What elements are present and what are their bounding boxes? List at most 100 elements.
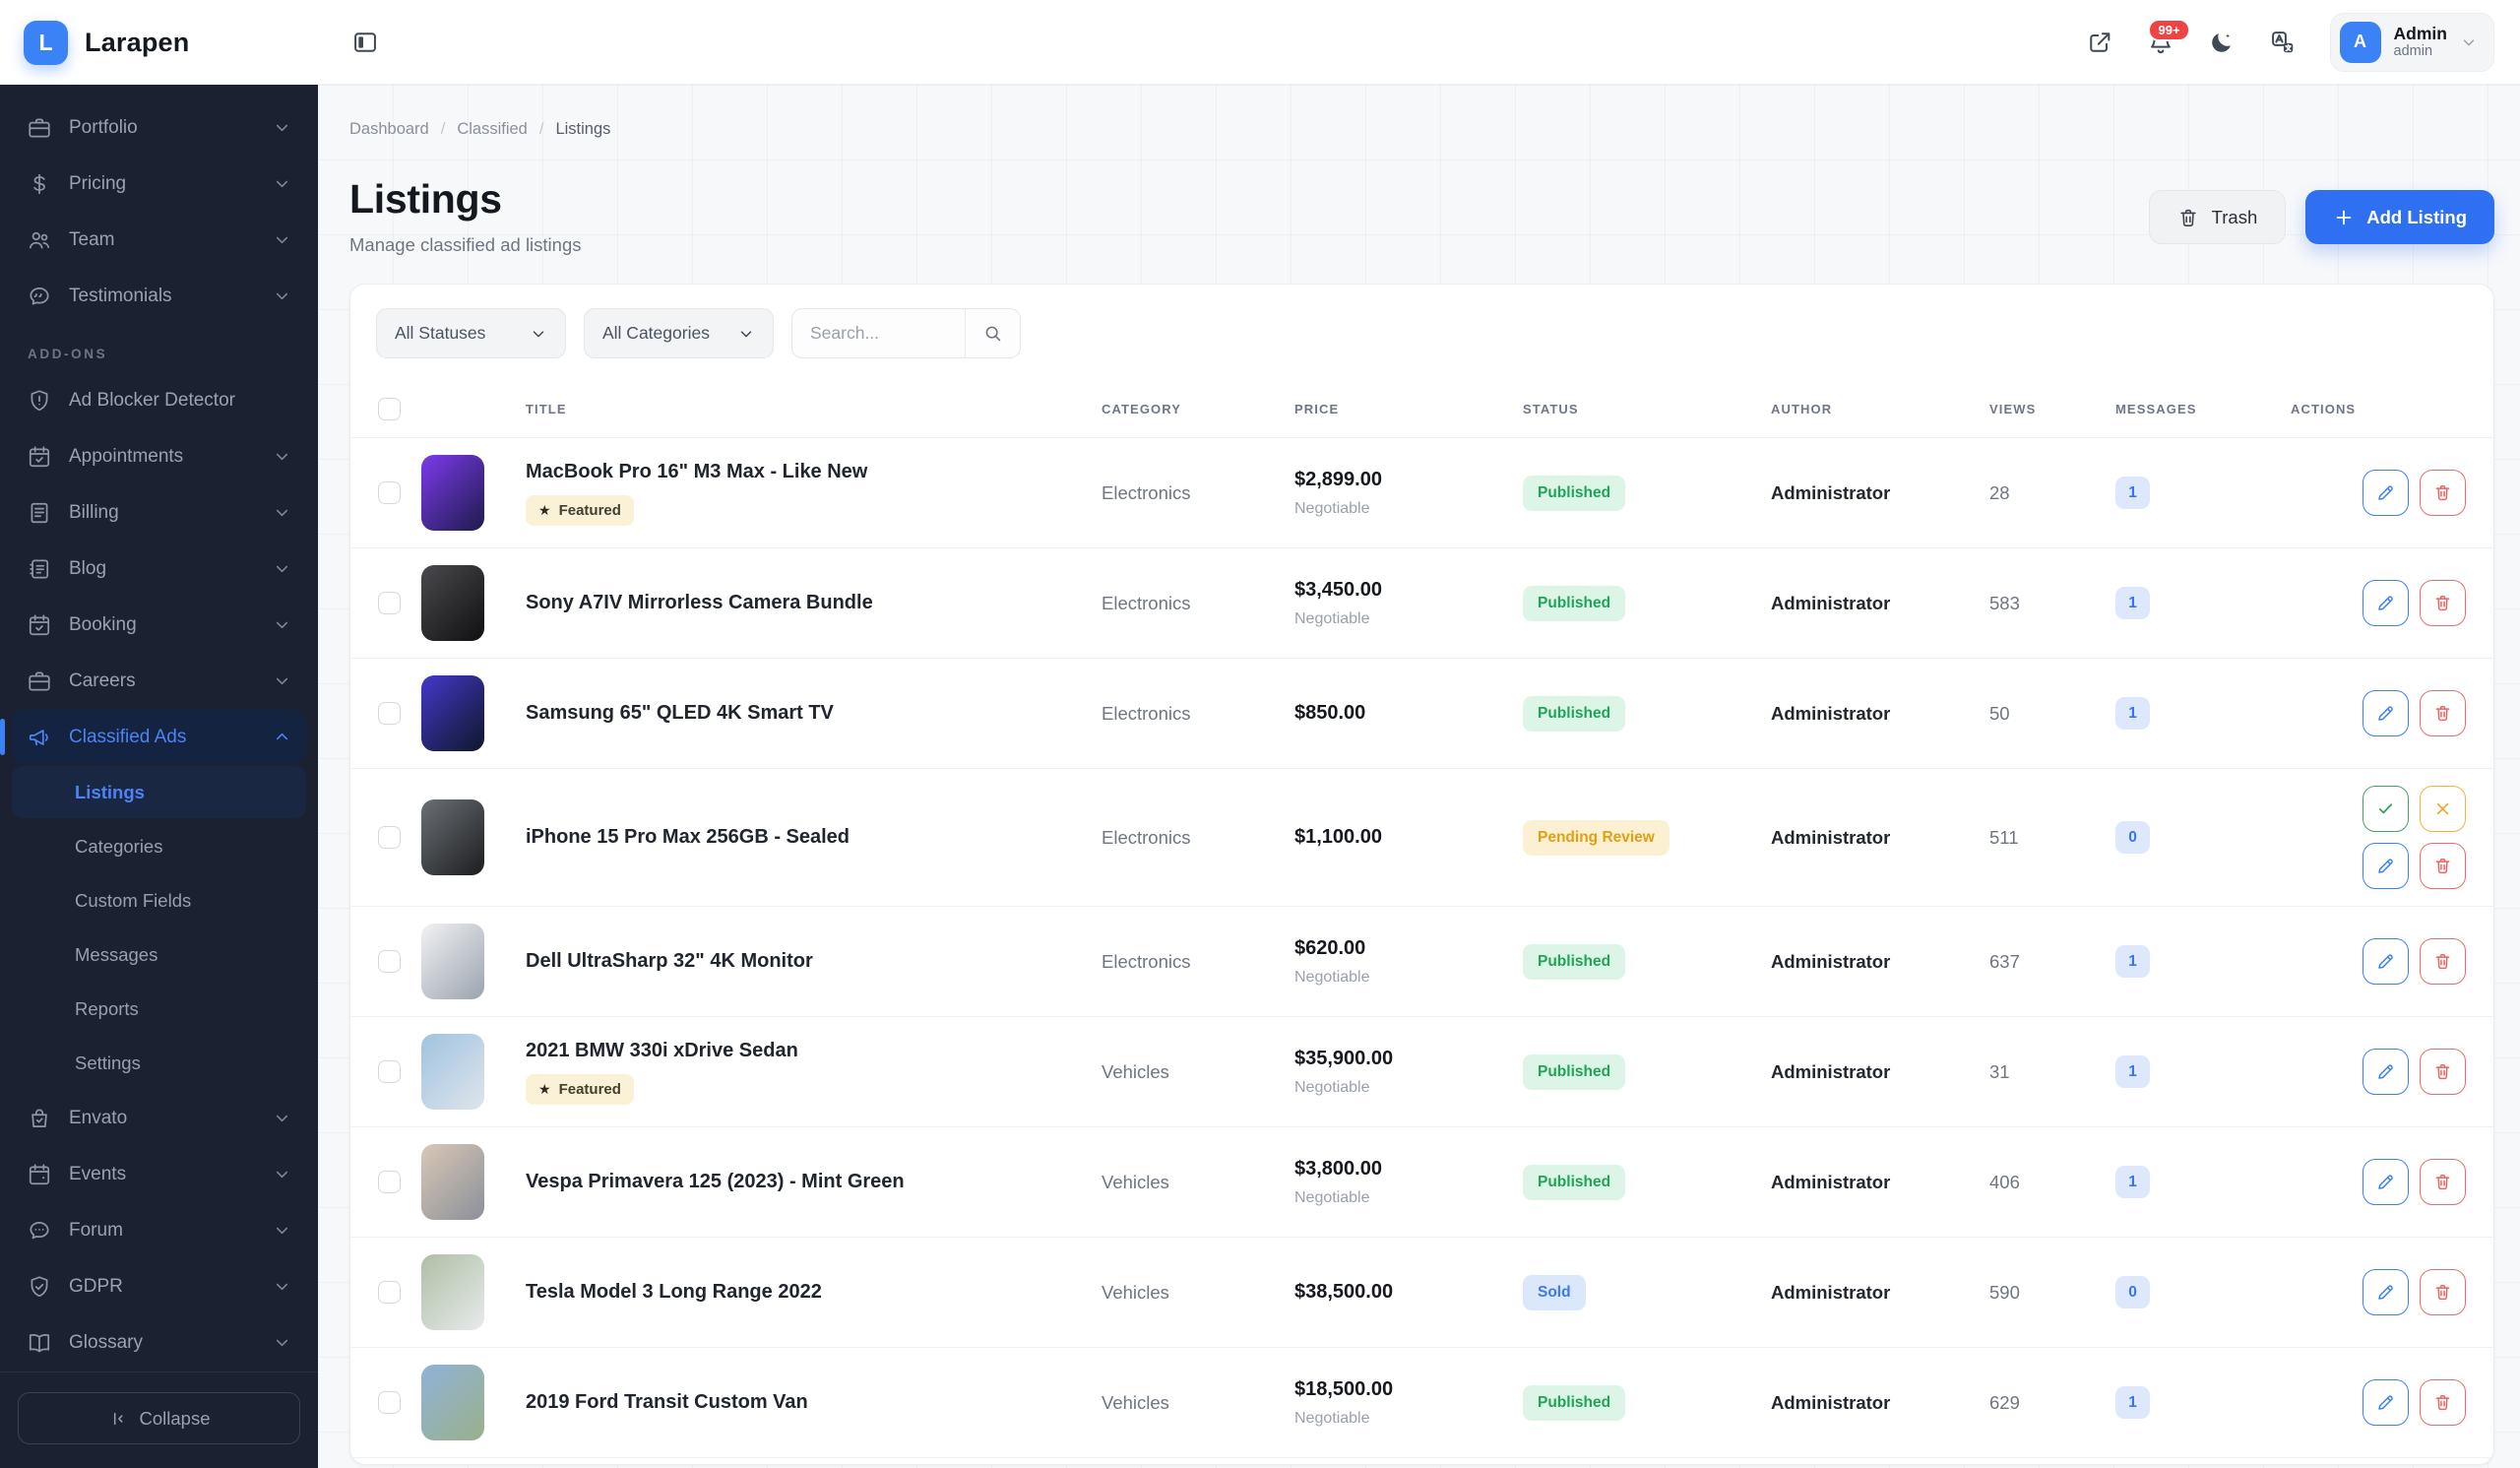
delete-button[interactable] [2420,1269,2466,1315]
sidebar-item-billing[interactable]: Billing [12,485,306,540]
sidebar-subitem-settings[interactable]: Settings [12,1037,306,1089]
briefcase-icon [27,115,52,141]
sidebar-item-envato[interactable]: Envato [12,1091,306,1145]
status-badge: Published [1523,1164,1626,1200]
sidebar-item-glossary[interactable]: Glossary [12,1315,306,1370]
delete-button[interactable] [2420,690,2466,736]
edit-button[interactable] [2362,1049,2409,1095]
sidebar-subitem-custom-fields[interactable]: Custom Fields [12,874,306,926]
listing-thumbnail [421,1365,484,1440]
trash-icon [2177,207,2199,228]
sidebar-item-portfolio[interactable]: Portfolio [12,100,306,155]
trash-button[interactable]: Trash [2148,190,2287,244]
sidebar-subitem-listings[interactable]: Listings [12,766,306,818]
status-filter-value: All Statuses [395,323,486,343]
edit-button[interactable] [2362,690,2409,736]
sidebar-item-testimonials[interactable]: Testimonials [12,269,306,323]
status-badge: Published [1523,1384,1626,1421]
user-menu[interactable]: A Admin admin [2329,12,2494,72]
sidebar-subitem-messages[interactable]: Messages [12,928,306,981]
add-listing-button[interactable]: Add Listing [2305,190,2494,244]
delete-button[interactable] [2420,470,2466,516]
edit-button[interactable] [2362,470,2409,516]
sidebar-item-pricing[interactable]: Pricing [12,157,306,211]
edit-button[interactable] [2362,1269,2409,1315]
listing-title: 2021 BMW 330i xDrive Sedan [526,1040,798,1061]
search-input[interactable] [792,309,965,357]
user-role: admin [2393,43,2433,60]
sidebar-item-careers[interactable]: Careers [12,654,306,708]
breadcrumb-dashboard[interactable]: Dashboard [349,120,429,139]
author-cell: Administrator [1771,1281,1891,1303]
category-cell: Vehicles [1102,1060,1169,1082]
edit-button[interactable] [2362,580,2409,626]
sidebar-subitem-reports[interactable]: Reports [12,983,306,1035]
chevron-down-icon [273,174,291,193]
row-checkbox[interactable] [378,702,401,725]
row-checkbox[interactable] [378,481,401,504]
negotiable-label: Negotiable [1294,1409,1370,1427]
sidebar-item-events[interactable]: Events [12,1147,306,1201]
sidebar-item-appointments[interactable]: Appointments [12,429,306,483]
sidebar-subitem-categories[interactable]: Categories [12,820,306,872]
reject-button[interactable] [2420,786,2466,832]
brand-name: Larapen [85,27,190,57]
status-filter-select[interactable]: All Statuses [376,308,566,358]
edit-button[interactable] [2362,1379,2409,1426]
table-row: Dell UltraSharp 32" 4K Monitor Electroni… [350,906,2493,1016]
status-badge: Pending Review [1523,819,1670,856]
page-title: Listings [349,176,502,222]
table-row: Sony A7IV Mirrorless Camera Bundle Elect… [350,547,2493,658]
row-checkbox[interactable] [378,592,401,614]
sidebar-item-label: Envato [69,1107,128,1128]
sidebar-toggle-icon[interactable] [351,29,379,56]
sidebar-item-ad-blocker-detector[interactable]: Ad Blocker Detector [12,373,306,427]
sidebar-item-forum[interactable]: Forum [12,1203,306,1257]
category-cell: Vehicles [1102,1171,1169,1192]
language-translate-icon[interactable] [2269,29,2297,56]
sidebar-item-booking[interactable]: Booking [12,598,306,652]
select-all-checkbox[interactable] [378,397,401,420]
row-checkbox[interactable] [378,950,401,973]
plus-icon [2333,207,2355,228]
breadcrumb-classified[interactable]: Classified [457,120,528,139]
dollar-icon [27,171,52,197]
table-row: iPhone 15 Pro Max 256GB - Sealed Electro… [350,768,2493,906]
delete-button[interactable] [2420,843,2466,889]
delete-button[interactable] [2420,1049,2466,1095]
delete-button[interactable] [2420,1379,2466,1426]
edit-button[interactable] [2362,1159,2409,1205]
notifications-bell-icon[interactable]: 99+ [2147,18,2190,56]
delete-button[interactable] [2420,580,2466,626]
filters-bar: All Statuses All Categories [350,285,2493,380]
chevron-down-icon [273,559,291,578]
category-cell: Electronics [1102,826,1191,848]
collapse-sidebar-button[interactable]: Collapse [18,1392,300,1444]
sidebar-item-label: Pricing [69,172,127,194]
category-filter-select[interactable]: All Categories [584,308,774,358]
approve-button[interactable] [2362,786,2409,832]
featured-badge: ★ Featured [526,495,634,526]
edit-button[interactable] [2362,938,2409,985]
edit-button[interactable] [2362,843,2409,889]
row-checkbox[interactable] [378,1171,401,1193]
sidebar-item-blog[interactable]: Blog [12,542,306,596]
row-checkbox[interactable] [378,1391,401,1414]
sidebar-item-gdpr[interactable]: GDPR [12,1259,306,1313]
sidebar-item-team[interactable]: Team [12,213,306,267]
search-icon[interactable] [965,309,1020,357]
negotiable-label: Negotiable [1294,1078,1370,1096]
delete-button[interactable] [2420,938,2466,985]
sidebar-item-label: Blog [69,557,107,579]
row-checkbox[interactable] [378,1281,401,1304]
sidebar-item-classified-ads[interactable]: Classified Ads [0,710,306,764]
external-link-icon[interactable] [2086,29,2113,56]
row-checkbox[interactable] [378,1060,401,1083]
listing-thumbnail [421,565,484,641]
delete-button[interactable] [2420,1159,2466,1205]
dark-mode-moon-icon[interactable] [2208,29,2236,56]
row-checkbox[interactable] [378,826,401,849]
listing-thumbnail [421,455,484,531]
table-row: MacBook Pro 16" M3 Max - Like New ★ Featu… [350,437,2493,547]
author-cell: Administrator [1771,1171,1891,1192]
